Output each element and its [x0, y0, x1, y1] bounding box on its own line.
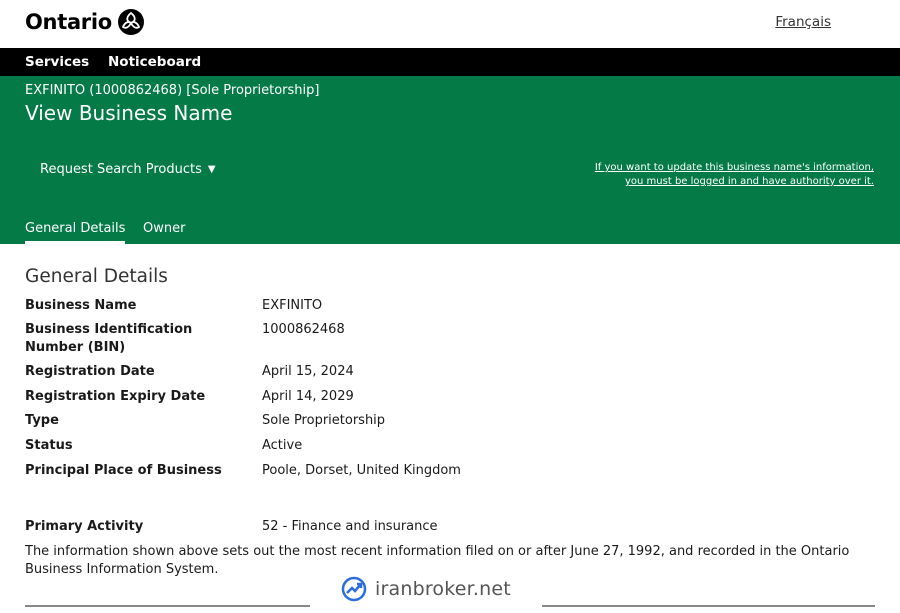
language-toggle-link[interactable]: Français [775, 14, 831, 30]
logo-text: Ontario [25, 10, 112, 34]
detail-label: Business Name [25, 298, 137, 313]
top-header: Ontario Français [0, 0, 900, 48]
section-title: General Details [25, 266, 168, 287]
request-search-products-label: Request Search Products [40, 162, 202, 177]
tab-general-details[interactable]: General Details [25, 221, 126, 244]
detail-label: Status [25, 438, 73, 453]
watermark: iranbroker.net [340, 575, 511, 603]
detail-value: 1000862468 [262, 322, 345, 337]
detail-label: Primary Activity [25, 519, 144, 534]
detail-value: April 14, 2029 [262, 389, 354, 404]
detail-label: Registration Date [25, 364, 155, 379]
detail-label: Type [25, 413, 59, 428]
trillium-logo-icon [117, 9, 144, 35]
main-nav: Services Noticeboard [0, 48, 900, 76]
business-subtitle: EXFINITO (1000862468) [Sole Proprietorsh… [25, 83, 320, 98]
nav-noticeboard[interactable]: Noticeboard [108, 54, 201, 70]
business-banner: EXFINITO (1000862468) [Sole Proprietorsh… [0, 76, 900, 244]
detail-label: Principal Place of Business [25, 463, 222, 478]
divider [542, 605, 875, 607]
tab-owner[interactable]: Owner [143, 221, 185, 236]
nav-services[interactable]: Services [25, 54, 89, 70]
watermark-text: iranbroker.net [375, 578, 511, 600]
info-footnote: The information shown above sets out the… [25, 544, 850, 577]
detail-label: Business Identification Number (BIN) [25, 322, 193, 355]
detail-value: Active [262, 438, 303, 453]
detail-value: April 15, 2024 [262, 364, 354, 379]
trend-chart-icon [341, 576, 367, 602]
detail-value: Poole, Dorset, United Kingdom [262, 463, 461, 478]
ontario-logo[interactable]: Ontario [25, 8, 145, 36]
page-title: View Business Name [25, 101, 233, 125]
detail-label: Registration Expiry Date [25, 389, 206, 404]
chevron-down-icon: ▼ [207, 164, 216, 175]
detail-value: Sole Proprietorship [262, 413, 386, 428]
update-info-link[interactable]: If you want to update this business name… [584, 161, 874, 189]
request-search-products-dropdown[interactable]: Request Search Products ▼ [40, 162, 216, 177]
detail-value: 52 - Finance and insurance [262, 519, 438, 534]
detail-value: EXFINITO [262, 298, 323, 313]
divider [25, 605, 310, 607]
